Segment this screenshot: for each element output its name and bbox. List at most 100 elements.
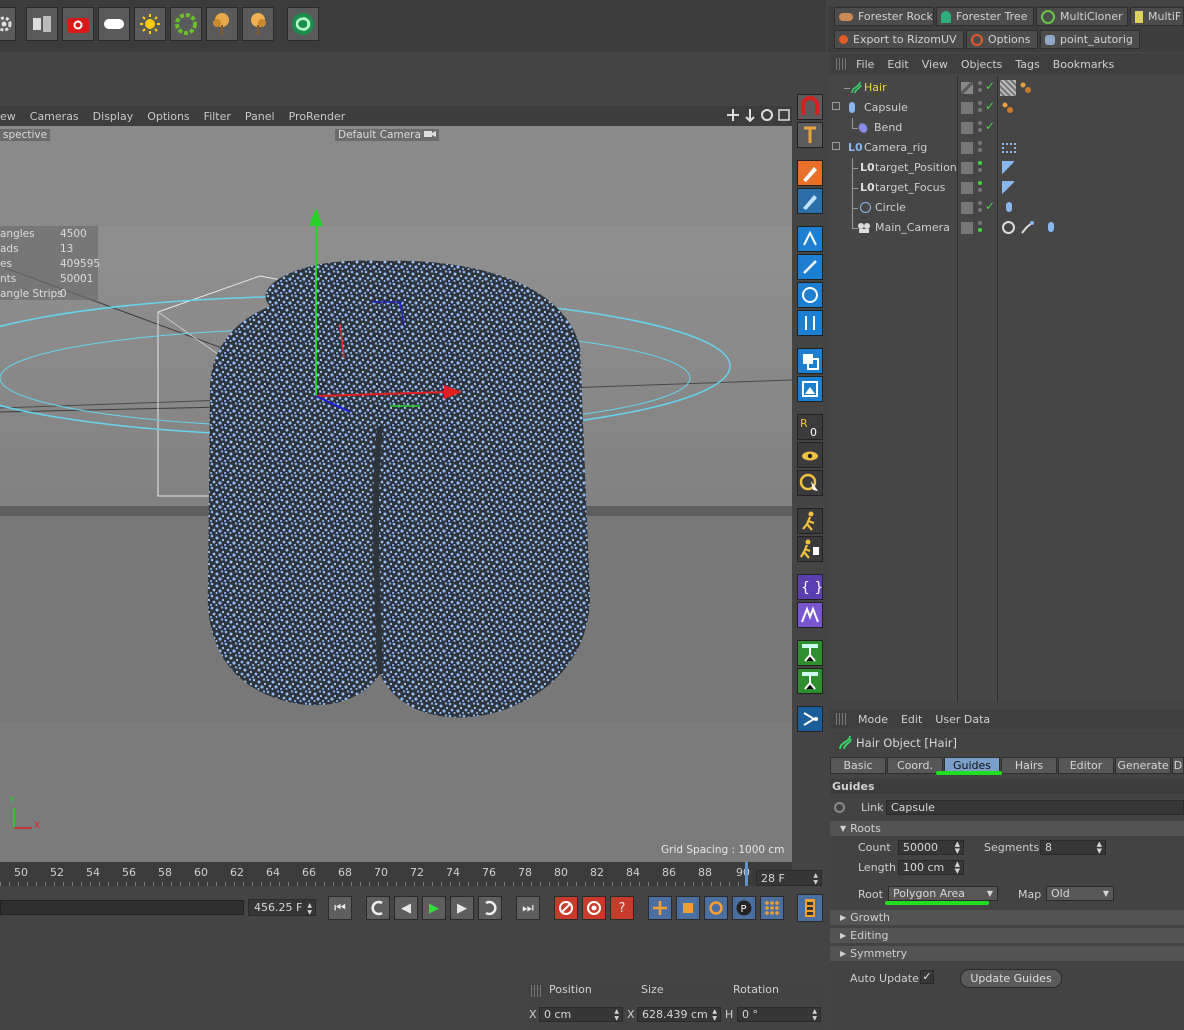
root-dropdown[interactable]: Polygon Area ▼ [888,886,998,901]
stepper-icon[interactable]: ▲ ▼ [1097,841,1102,855]
end-frame-field[interactable]: 28 F ▲ ▼ [756,870,822,886]
visibility-dots[interactable] [978,201,982,205]
layer-swatch[interactable] [961,102,973,114]
link-radio-icon[interactable] [834,802,845,813]
sculpt-brush-icon[interactable] [797,160,823,186]
object-row-target-position[interactable]: L0 target_Position [830,158,1184,178]
stepper-icon[interactable]: ▲ ▼ [955,841,960,855]
dolly-view-icon[interactable] [743,108,757,122]
constraint-tag-icon[interactable] [1002,161,1014,175]
target-tag-icon[interactable] [1002,221,1015,234]
character-icon[interactable] [797,508,823,534]
plugin-multif[interactable]: MultiF [1130,7,1184,26]
enabled-check[interactable]: ✓ [985,99,995,113]
enabled-check[interactable]: ✓ [985,79,995,93]
record-keys-icon[interactable] [554,896,578,920]
text-tool-icon[interactable] [797,122,823,148]
light-icon[interactable] [134,7,166,41]
guide-move-icon[interactable] [797,226,823,252]
am-menu-mode[interactable]: Mode [858,713,888,726]
visibility-dots[interactable] [978,221,982,225]
xpresso-icon[interactable]: { } [797,574,823,600]
layer-swatch[interactable] [961,142,973,154]
guide-cut-icon[interactable] [797,348,823,374]
frame-range-slider[interactable] [0,900,244,915]
am-menu-user-data[interactable]: User Data [935,713,990,726]
keyframe-selection-icon[interactable]: ? [610,896,634,920]
layer-swatch[interactable] [961,182,973,194]
visibility-dots[interactable] [978,141,982,145]
tab-basic[interactable]: Basic [830,757,886,774]
key-position-icon[interactable] [648,896,672,920]
viewport-menu-view[interactable]: ew [0,110,16,123]
tree-icon[interactable] [206,7,238,41]
enabled-check[interactable]: ✓ [985,199,995,213]
tab-d[interactable]: D [1172,757,1184,774]
plugin-multicloner[interactable]: MultiCloner [1036,7,1128,26]
layer-swatch[interactable] [961,202,973,214]
play-icon[interactable]: ▶ [422,896,446,920]
ik-tag-icon[interactable] [1020,221,1034,238]
guide-clump-icon[interactable] [797,376,823,402]
render-region-icon[interactable] [26,7,58,41]
go-to-start-icon[interactable]: ⏮ [328,896,352,920]
key-parameter-icon[interactable]: P [732,896,756,920]
om-menu-edit[interactable]: Edit [887,58,908,71]
visibility-dots[interactable] [978,121,982,125]
am-menu-edit[interactable]: Edit [901,713,922,726]
update-guides-button[interactable]: Update Guides [960,969,1062,988]
guide-brush-icon[interactable] [797,254,823,280]
gear-icon[interactable] [0,7,16,41]
viewport-menu-options[interactable]: Options [147,110,189,123]
next-frame-icon[interactable]: ▶ [450,896,474,920]
hair-material-tag-icon[interactable] [1020,82,1032,94]
segments-field[interactable]: 8 ▲ ▼ [1040,840,1106,855]
viewport-menu-prorender[interactable]: ProRender [289,110,346,123]
object-row-bend[interactable]: Bend ✓ [830,118,1184,138]
visibility-dots[interactable] [978,81,982,85]
viewport-menu-display[interactable]: Display [93,110,134,123]
auto-update-checkbox[interactable]: ✓ [920,970,934,984]
timeline-ruler[interactable]: 50 52 54 56 58 60 62 64 66 68 70 72 74 7… [0,862,792,886]
current-frame-field[interactable]: 456.25 F ▲ ▼ [248,899,316,916]
render-settings-icon[interactable] [98,7,130,41]
tab-hairs[interactable]: Hairs [1001,757,1057,774]
viewport-menu-filter[interactable]: Filter [204,110,231,123]
guide-comb-icon[interactable] [797,310,823,336]
key-rotation-icon[interactable] [704,896,728,920]
count-field[interactable]: 50000 ▲ ▼ [898,840,964,855]
size-x-field[interactable]: 628.439 cm ▲ ▼ [637,1007,721,1022]
om-menu-bookmarks[interactable]: Bookmarks [1053,58,1114,71]
object-row-capsule[interactable]: Capsule ✓ [830,98,1184,118]
protection-tag-icon[interactable] [1006,202,1012,212]
select-cursor-icon[interactable] [797,470,823,496]
foliage-icon[interactable] [170,7,202,41]
om-menu-objects[interactable]: Objects [961,58,1003,71]
layer-swatch[interactable] [961,162,973,174]
visibility-dots[interactable] [978,101,982,105]
map-dropdown[interactable]: Old ▼ [1046,886,1114,901]
playhead[interactable] [745,862,748,886]
material-tag-icon[interactable] [1000,80,1016,96]
tab-generate[interactable]: Generate [1115,757,1171,774]
section-editing[interactable]: ▶ Editing [830,928,1184,943]
stepper-icon[interactable]: ▲ ▼ [812,1008,817,1022]
plugin-knot-icon[interactable] [287,7,319,41]
section-growth[interactable]: ▶ Growth [830,910,1184,925]
move-view-icon[interactable] [726,108,740,122]
mograph-icon[interactable] [797,602,823,628]
figure-2-icon[interactable] [797,668,823,694]
3d-viewport[interactable]: spective Default Camera angles 4500 ads … [0,126,792,862]
layer-swatch[interactable] [961,222,973,234]
camera-label[interactable]: Default Camera [335,129,440,141]
r0-icon[interactable]: R0 [797,414,823,440]
key-scale-icon[interactable] [676,896,700,920]
object-row-circle[interactable]: Circle ✓ [830,198,1184,218]
om-menu-tags[interactable]: Tags [1015,58,1039,71]
layer-swatch[interactable] [961,122,973,134]
go-to-end-icon[interactable]: ⏭ [516,896,540,920]
motion-icon[interactable] [797,706,823,732]
om-menu-file[interactable]: File [856,58,874,71]
plugin-forester-tree[interactable]: Forester Tree [936,7,1034,26]
character-shield-icon[interactable] [797,536,823,562]
